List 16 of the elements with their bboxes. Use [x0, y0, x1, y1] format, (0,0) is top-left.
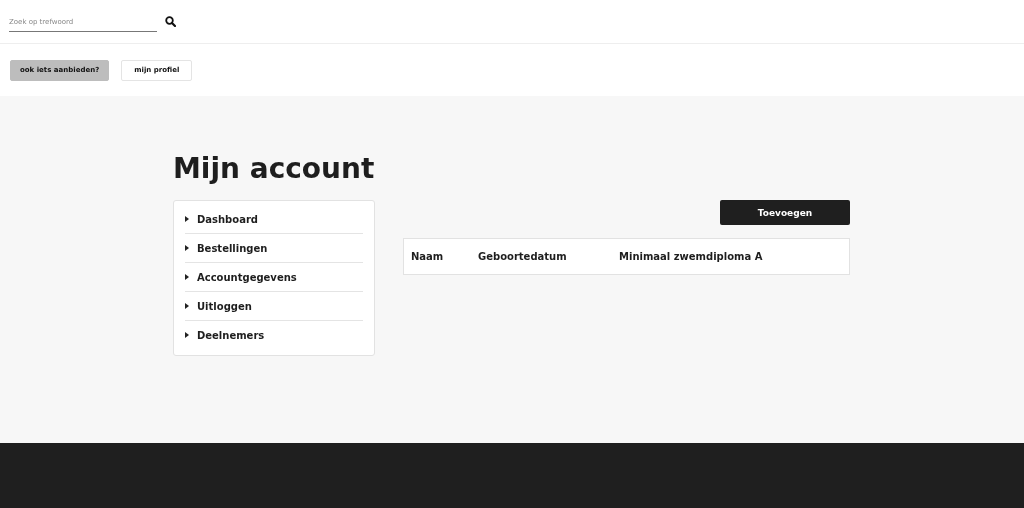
page-title: Mijn account: [173, 152, 376, 186]
add-button[interactable]: Toevoegen: [720, 200, 850, 225]
menu-link[interactable]: Bestellingen: [197, 242, 268, 254]
caret-icon: [185, 216, 189, 222]
caret-icon: [185, 245, 189, 251]
search-icon[interactable]: [165, 16, 176, 27]
caret-icon: [185, 274, 189, 280]
menu-link[interactable]: Dashboard: [197, 213, 258, 225]
menu-link[interactable]: Deelnemers: [197, 329, 265, 341]
caret-icon: [185, 332, 189, 338]
menu-link[interactable]: Accountgegevens: [197, 271, 297, 283]
caret-icon: [185, 303, 189, 309]
column-header: Naam: [411, 251, 445, 262]
column-header: Minimaal zwemdiploma A: [619, 251, 763, 262]
menu-link[interactable]: Uitloggen: [197, 300, 252, 312]
column-header: Geboortedatum: [478, 251, 568, 262]
